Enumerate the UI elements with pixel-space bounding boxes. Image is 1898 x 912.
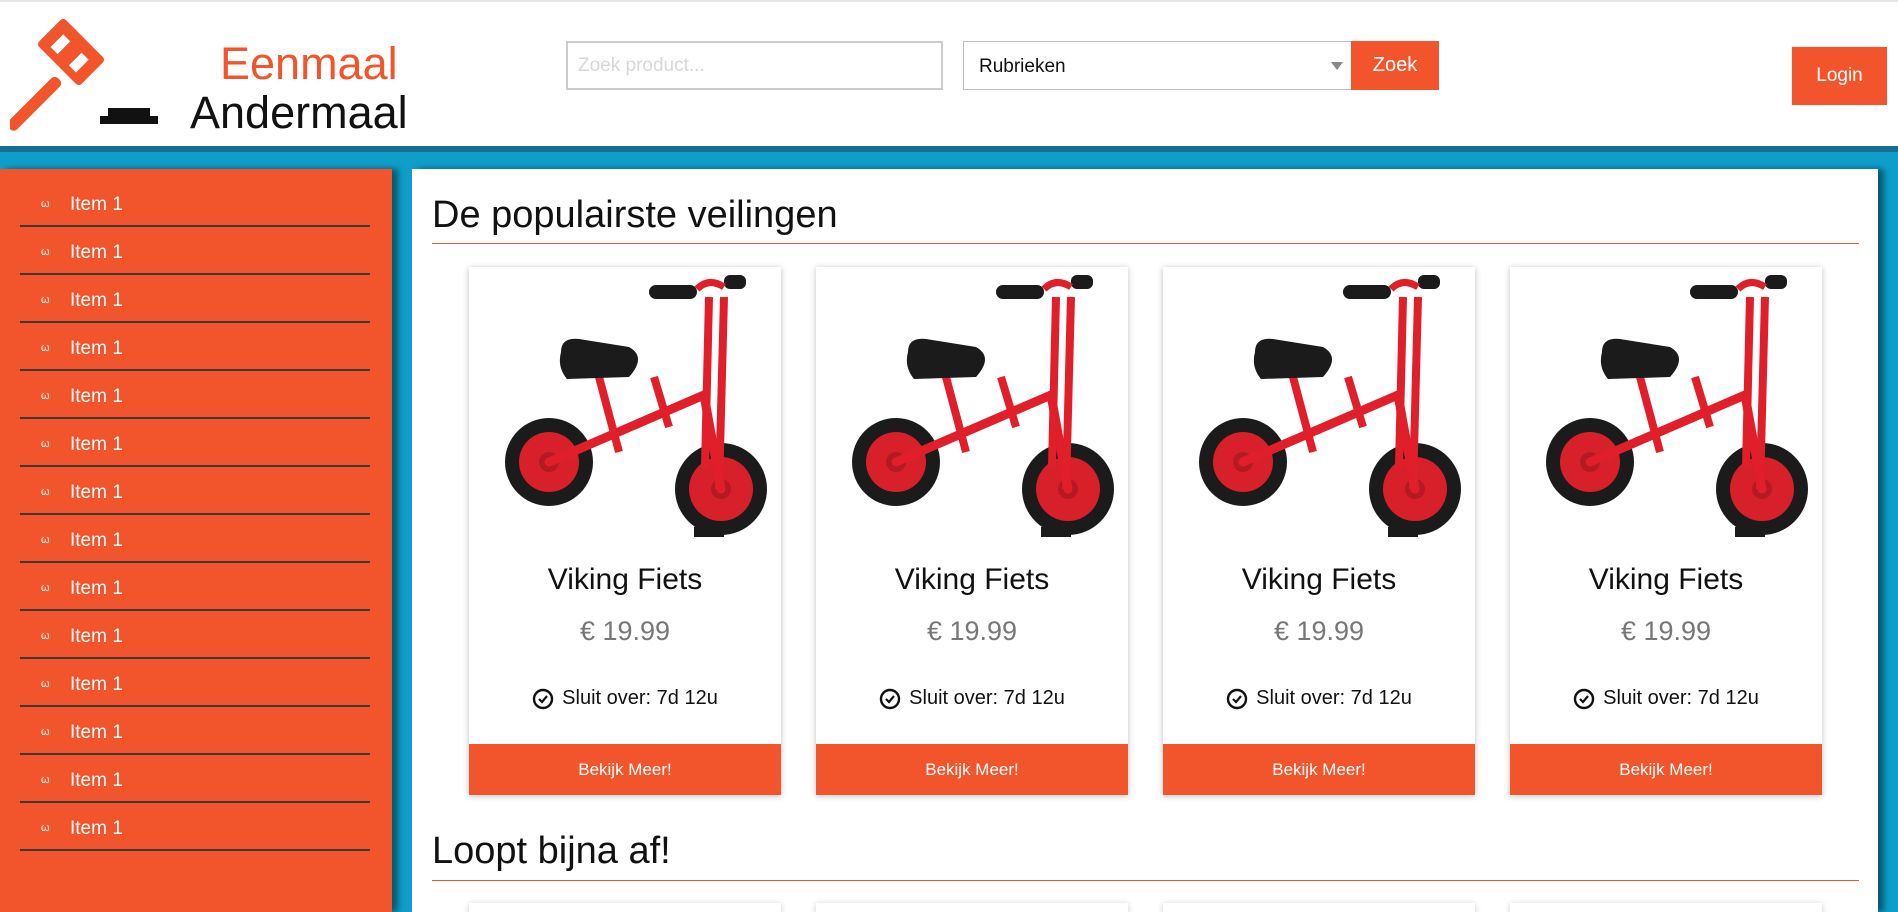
auction-card[interactable] [1510,903,1822,912]
caret-down-icon [1331,62,1343,70]
product-title[interactable]: Viking Fiets [1163,563,1475,597]
clock-icon [879,688,901,709]
omega-bullet-icon: ω [41,294,50,306]
clock-icon [532,688,554,709]
omega-bullet-icon: ω [41,534,50,546]
sidebar-item-label: Item 1 [70,290,123,311]
auction-card[interactable] [469,903,781,912]
sidebar-item[interactable]: ω Item 1 [20,467,370,515]
product-image[interactable] [1163,267,1475,557]
omega-bullet-icon: ω [41,390,50,402]
sidebar-item-label: Item 1 [70,194,123,215]
sidebar-item[interactable]: ω Item 1 [20,371,370,419]
closing-timer-text: Sluit over: 7d 12u [1256,687,1412,709]
omega-bullet-icon: ω [41,342,50,354]
product-title[interactable]: Viking Fiets [816,563,1128,597]
login-button[interactable]: Login [1792,47,1887,105]
product-title[interactable]: Viking Fiets [1510,563,1822,597]
omega-bullet-icon: ω [41,822,50,834]
omega-bullet-icon: ω [41,486,50,498]
sidebar-item-label: Item 1 [70,578,123,599]
omega-bullet-icon: ω [41,438,50,450]
closing-timer: Sluit over: 7d 12u [469,687,781,710]
omega-bullet-icon: ω [41,246,50,258]
product-price: € 19.99 [579,616,671,646]
auction-card[interactable] [816,903,1128,912]
sidebar-item-label: Item 1 [70,818,123,839]
sidebar-item-label: Item 1 [70,674,123,695]
closing-timer-text: Sluit over: 7d 12u [1603,687,1759,709]
product-image[interactable] [816,267,1128,557]
sidebar-item[interactable]: ω Item 1 [20,707,370,755]
clock-icon [1573,688,1595,709]
brand-line2: Andermaal [190,87,408,138]
sidebar-item-label: Item 1 [70,482,123,503]
view-more-button[interactable]: Bekijk Meer! [1163,744,1475,795]
category-select[interactable]: Rubrieken [963,41,1352,90]
product-price: € 19.99 [1273,616,1365,646]
view-more-button[interactable]: Bekijk Meer! [1510,744,1822,795]
header: Eenmaal Andermaal Rubrieken Zoek Login [0,0,1898,146]
product-image[interactable] [1510,267,1822,557]
sidebar-item[interactable]: ω Item 1 [20,227,370,275]
sidebar-item[interactable]: ω Item 1 [20,275,370,323]
sidebar-item-label: Item 1 [70,386,123,407]
sidebar-item[interactable]: ω Item 1 [20,179,370,227]
auction-card[interactable]: Viking Fiets € 19.99 Sluit over: 7d 12u … [1163,267,1475,795]
sidebar-item-label: Item 1 [70,242,123,263]
sidebar-item-label: Item 1 [70,434,123,455]
view-more-button[interactable]: Bekijk Meer! [816,744,1128,795]
sidebar-item[interactable]: ω Item 1 [20,563,370,611]
sidebar-item-label: Item 1 [70,530,123,551]
omega-bullet-icon: ω [41,198,50,210]
category-select-value: Rubrieken [979,56,1066,77]
sidebar-item[interactable]: ω Item 1 [20,419,370,467]
sidebar-item[interactable]: ω Item 1 [20,323,370,371]
auction-card[interactable]: Viking Fiets € 19.99 Sluit over: 7d 12u … [816,267,1128,795]
sidebar-item-label: Item 1 [70,626,123,647]
omega-bullet-icon: ω [41,726,50,738]
omega-bullet-icon: ω [41,678,50,690]
auction-card[interactable]: Viking Fiets € 19.99 Sluit over: 7d 12u … [1510,267,1822,795]
product-title[interactable]: Viking Fiets [469,563,781,597]
brand-line1: Eenmaal [220,38,398,89]
product-price: € 19.99 [1620,616,1712,646]
sidebar-item[interactable]: ω Item 1 [20,515,370,563]
sidebar-item-label: Item 1 [70,338,123,359]
clock-icon [1226,688,1248,709]
sidebar-item[interactable]: ω Item 1 [20,755,370,803]
section-divider [432,243,1859,244]
sidebar: ω Item 1 ω Item 1 ω Item 1 ω Item 1 ω It… [0,169,392,912]
omega-bullet-icon: ω [41,774,50,786]
search-button[interactable]: Zoek [1351,41,1439,90]
closing-timer: Sluit over: 7d 12u [1510,687,1822,710]
sidebar-item[interactable]: ω Item 1 [20,659,370,707]
product-price: € 19.99 [926,616,1018,646]
sidebar-item-label: Item 1 [70,770,123,791]
sidebar-item[interactable]: ω Item 1 [20,611,370,659]
closing-timer-text: Sluit over: 7d 12u [909,687,1065,709]
product-image[interactable] [469,267,781,557]
closing-timer: Sluit over: 7d 12u [816,687,1128,710]
omega-bullet-icon: ω [41,582,50,594]
sidebar-item[interactable]: ω Item 1 [20,803,370,851]
section-title-ending: Loopt bijna af! [432,830,671,872]
closing-timer: Sluit over: 7d 12u [1163,687,1475,710]
gavel-icon [10,19,158,131]
logo[interactable]: Eenmaal Andermaal [10,16,430,138]
section-title-popular: De populairste veilingen [432,194,838,236]
section-divider [432,880,1859,881]
search-input[interactable] [566,41,943,90]
sidebar-item-label: Item 1 [70,722,123,743]
closing-timer-text: Sluit over: 7d 12u [562,687,718,709]
view-more-button[interactable]: Bekijk Meer! [469,744,781,795]
main-content: De populairste veilingen Viking Fiets € … [412,169,1878,912]
auction-card[interactable]: Viking Fiets € 19.99 Sluit over: 7d 12u … [469,267,781,795]
omega-bullet-icon: ω [41,630,50,642]
auction-card[interactable] [1163,903,1475,912]
